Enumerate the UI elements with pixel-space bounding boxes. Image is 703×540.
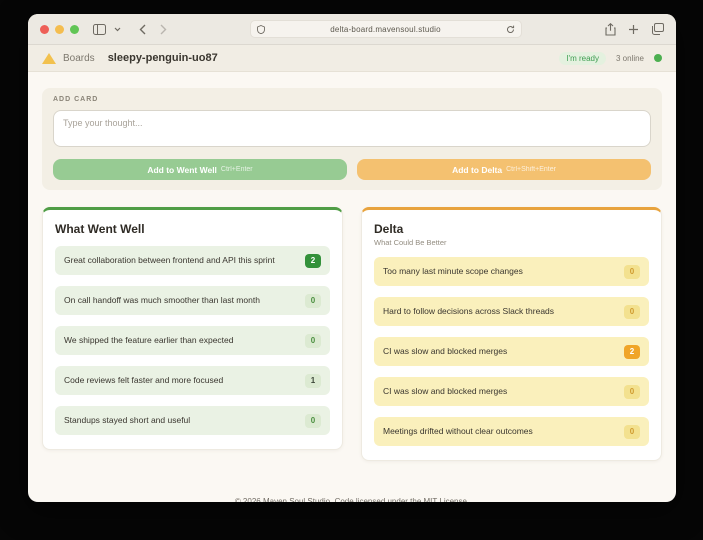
- card-text: Code reviews felt faster and more focuse…: [64, 375, 224, 386]
- vote-count-badge[interactable]: 0: [624, 304, 640, 319]
- thought-input[interactable]: [53, 110, 651, 147]
- card-text: Too many last minute scope changes: [383, 266, 523, 277]
- delta-shortcut-hint: Ctrl+Shift+Enter: [506, 166, 556, 173]
- app-header: Boards sleepy-penguin-uo87 I'm ready 3 o…: [28, 45, 676, 72]
- delta-card-list: Too many last minute scope changes 0 Har…: [374, 257, 649, 446]
- board-title: sleepy-penguin-uo87: [107, 52, 218, 64]
- online-status-dot: [654, 54, 662, 62]
- delta-card[interactable]: CI was slow and blocked merges 2: [374, 337, 649, 366]
- add-to-went-well-label: Add to Went Well: [147, 164, 217, 175]
- back-button-icon[interactable]: [139, 24, 146, 35]
- went-well-card-list: Great collaboration between frontend and…: [55, 246, 330, 435]
- forward-button-icon[interactable]: [160, 24, 167, 35]
- add-to-went-well-button[interactable]: Add to Went Well Ctrl+Enter: [53, 159, 347, 180]
- url-text: delta-board.mavensoul.studio: [330, 24, 441, 34]
- privacy-shield-icon: [257, 24, 265, 34]
- went-well-column: What Went Well Great collaboration betwe…: [42, 207, 343, 450]
- went-well-column-title: What Went Well: [55, 222, 145, 236]
- add-to-delta-button[interactable]: Add to Delta Ctrl+Shift+Enter: [357, 159, 651, 180]
- vote-count-badge[interactable]: 0: [305, 293, 321, 308]
- footer: © 2026 Maven Soul Studio. Code licensed …: [42, 497, 662, 502]
- went-well-card[interactable]: Great collaboration between frontend and…: [55, 246, 330, 275]
- footer-text: licensed under the: [353, 497, 424, 502]
- browser-window: delta-board.mavensoul.studio Boards slee…: [28, 14, 676, 502]
- delta-card[interactable]: Meetings drifted without clear outcomes …: [374, 417, 649, 446]
- zoom-window-button[interactable]: [70, 24, 79, 34]
- card-text: CI was slow and blocked merges: [383, 386, 508, 397]
- vote-count-badge[interactable]: 1: [305, 373, 321, 388]
- code-link[interactable]: Code: [335, 497, 354, 502]
- vote-count-badge[interactable]: 2: [305, 253, 321, 268]
- card-text: On call handoff was much smoother than l…: [64, 295, 260, 306]
- went-well-card[interactable]: We shipped the feature earlier than expe…: [55, 326, 330, 355]
- boards-link[interactable]: Boards: [63, 53, 95, 64]
- add-to-delta-label: Add to Delta: [452, 164, 503, 175]
- card-text: We shipped the feature earlier than expe…: [64, 335, 234, 346]
- reload-icon[interactable]: [506, 25, 515, 34]
- delta-card[interactable]: Too many last minute scope changes 0: [374, 257, 649, 286]
- went-well-card[interactable]: Standups stayed short and useful 0: [55, 406, 330, 435]
- delta-triangle-logo-icon: [42, 52, 56, 64]
- vote-count-badge[interactable]: 2: [624, 344, 640, 359]
- card-text: Meetings drifted without clear outcomes: [383, 426, 533, 437]
- vote-count-badge[interactable]: 0: [624, 424, 640, 439]
- sidebar-toggle-icon[interactable]: [93, 23, 106, 35]
- vote-count-badge[interactable]: 0: [624, 264, 640, 279]
- footer-copyright: © 2026: [234, 497, 263, 502]
- delta-column: Delta What Could Be Better Too many last…: [361, 207, 662, 461]
- card-text: Great collaboration between frontend and…: [64, 255, 275, 266]
- card-text: Hard to follow decisions across Slack th…: [383, 306, 555, 317]
- delta-column-subtitle: What Could Be Better: [374, 238, 447, 247]
- share-icon[interactable]: [605, 22, 616, 36]
- delta-card[interactable]: Hard to follow decisions across Slack th…: [374, 297, 649, 326]
- card-text: CI was slow and blocked merges: [383, 346, 508, 357]
- vote-count-badge[interactable]: 0: [305, 333, 321, 348]
- online-count: 3 online: [615, 53, 644, 63]
- desktop-background: delta-board.mavensoul.studio Boards slee…: [0, 0, 703, 540]
- went-well-card[interactable]: Code reviews felt faster and more focuse…: [55, 366, 330, 395]
- went-well-shortcut-hint: Ctrl+Enter: [220, 166, 253, 173]
- vote-count-badge[interactable]: 0: [624, 384, 640, 399]
- delta-card[interactable]: CI was slow and blocked merges 0: [374, 377, 649, 406]
- chevron-down-icon[interactable]: [114, 27, 121, 32]
- vote-count-badge[interactable]: 0: [305, 413, 321, 428]
- close-window-button[interactable]: [40, 24, 49, 34]
- delta-column-title: Delta: [374, 222, 404, 236]
- ready-status-badge[interactable]: I'm ready: [559, 51, 606, 65]
- minimize-window-button[interactable]: [55, 24, 64, 34]
- footer-text: .: [466, 497, 470, 502]
- card-text: Standups stayed short and useful: [64, 415, 191, 426]
- add-card-panel: ADD CARD Add to Went Well Ctrl+Enter Add…: [42, 88, 662, 190]
- studio-link[interactable]: Maven Soul Studio: [263, 497, 330, 502]
- tab-overview-icon[interactable]: [651, 23, 664, 35]
- address-bar[interactable]: delta-board.mavensoul.studio: [250, 20, 522, 38]
- add-card-section-label: ADD CARD: [53, 96, 99, 103]
- browser-titlebar: delta-board.mavensoul.studio: [28, 14, 676, 45]
- went-well-card[interactable]: On call handoff was much smoother than l…: [55, 286, 330, 315]
- traffic-lights: [40, 24, 79, 34]
- license-link[interactable]: MIT License: [424, 497, 467, 502]
- new-tab-icon[interactable]: [628, 24, 639, 35]
